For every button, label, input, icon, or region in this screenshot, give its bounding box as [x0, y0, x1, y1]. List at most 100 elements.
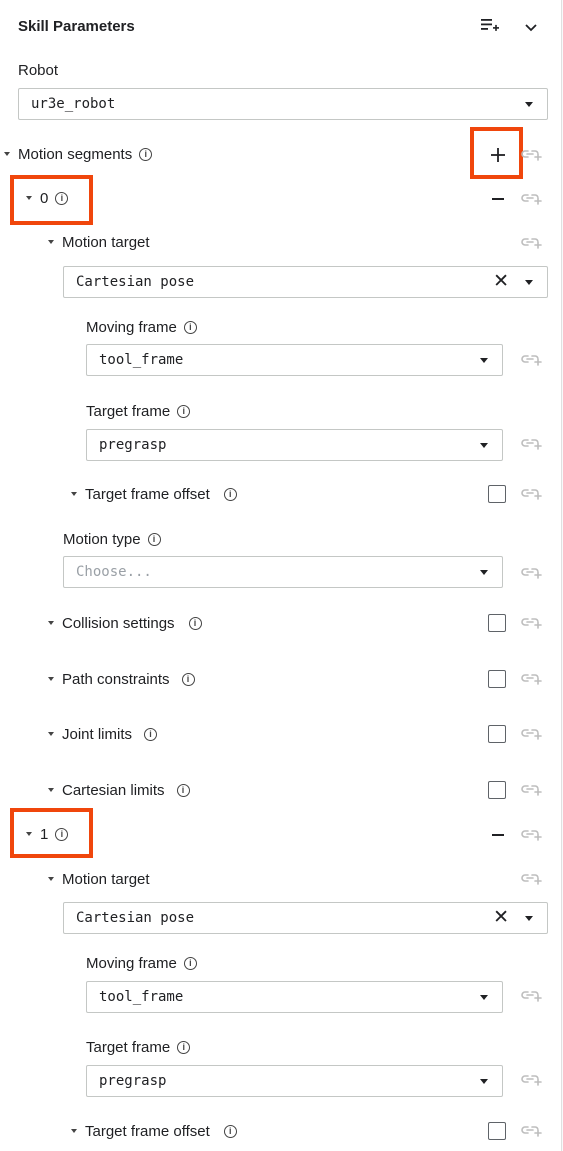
motion-target-value: Cartesian pose: [76, 910, 195, 926]
motion-target-value: Cartesian pose: [76, 274, 195, 290]
expand-arrow-icon[interactable]: [48, 677, 54, 682]
robot-value: ur3e_robot: [31, 96, 116, 112]
target-frame-offset-checkbox[interactable]: [488, 485, 506, 503]
link-add-icon[interactable]: [520, 672, 542, 686]
motion-target-label: Motion target: [62, 234, 150, 251]
link-add-icon[interactable]: [520, 192, 542, 206]
collision-settings-label: Collision settings: [62, 615, 175, 632]
info-icon[interactable]: i: [223, 1124, 237, 1138]
cartesian-limits-checkbox[interactable]: [488, 781, 506, 799]
expand-arrow-icon[interactable]: [48, 877, 54, 882]
moving-frame-select[interactable]: tool_frame: [86, 344, 503, 376]
target-frame-value: pregrasp: [99, 437, 167, 453]
path-constraints-checkbox[interactable]: [488, 670, 506, 688]
motion-type-select[interactable]: Choose...: [63, 556, 503, 588]
dropdown-arrow-icon[interactable]: [480, 358, 488, 363]
collision-settings-checkbox[interactable]: [488, 614, 506, 632]
info-icon[interactable]: i: [139, 147, 153, 161]
info-icon[interactable]: i: [144, 727, 158, 741]
motion-target-select[interactable]: Cartesian pose ✕: [63, 266, 548, 298]
cartesian-limits-label: Cartesian limits: [62, 782, 165, 799]
motion-type-label: Motion type i: [63, 531, 161, 548]
dropdown-arrow-icon[interactable]: [525, 916, 533, 921]
joint-limits-header[interactable]: Joint limits i: [48, 726, 158, 743]
target-frame-offset-checkbox[interactable]: [488, 1122, 506, 1140]
target-frame-select[interactable]: pregrasp: [86, 1065, 503, 1097]
info-icon[interactable]: i: [147, 532, 161, 546]
collision-settings-header[interactable]: Collision settings i: [48, 615, 202, 632]
motion-segments-label: Motion segments: [18, 146, 133, 163]
link-add-icon[interactable]: [520, 828, 542, 842]
moving-frame-label: Moving frame i: [86, 955, 197, 972]
dropdown-arrow-icon[interactable]: [480, 995, 488, 1000]
moving-frame-value: tool_frame: [99, 352, 184, 368]
target-frame-offset-label: Target frame offset: [85, 1123, 210, 1140]
motion-target-select[interactable]: Cartesian pose ✕: [63, 902, 548, 934]
motion-target-label: Motion target: [62, 871, 150, 888]
joint-limits-checkbox[interactable]: [488, 725, 506, 743]
expand-arrow-icon[interactable]: [48, 621, 54, 626]
path-constraints-label: Path constraints: [62, 671, 170, 688]
link-add-icon[interactable]: [520, 566, 542, 580]
info-icon[interactable]: i: [183, 320, 197, 334]
remove-segment-button[interactable]: [492, 198, 504, 200]
joint-limits-label: Joint limits: [62, 726, 133, 743]
moving-frame-select[interactable]: tool_frame: [86, 981, 503, 1013]
dropdown-arrow-icon[interactable]: [480, 443, 488, 448]
highlight-box: [470, 127, 523, 179]
motion-target-header[interactable]: Motion target: [48, 871, 150, 888]
link-add-icon[interactable]: [520, 872, 542, 886]
info-icon[interactable]: i: [177, 404, 191, 418]
expand-arrow-icon[interactable]: [71, 1129, 77, 1134]
link-add-icon[interactable]: [520, 487, 542, 501]
motion-type-label-text: Motion type: [63, 531, 141, 548]
dropdown-arrow-icon[interactable]: [480, 570, 488, 575]
dropdown-arrow-icon[interactable]: [480, 1079, 488, 1084]
link-add-icon[interactable]: [520, 783, 542, 797]
chevron-down-icon[interactable]: [524, 20, 538, 32]
link-add-icon[interactable]: [520, 727, 542, 741]
expand-arrow-icon[interactable]: [71, 492, 77, 497]
info-icon[interactable]: i: [188, 616, 202, 630]
moving-frame-label-text: Moving frame: [86, 319, 177, 336]
info-icon[interactable]: i: [181, 672, 195, 686]
highlight-box: [10, 808, 93, 858]
link-add-icon[interactable]: [520, 1124, 542, 1138]
info-icon[interactable]: i: [177, 1040, 191, 1054]
link-add-icon[interactable]: [520, 1073, 542, 1087]
target-frame-offset-header[interactable]: Target frame offset i: [71, 1123, 237, 1140]
close-icon[interactable]: ✕: [493, 908, 509, 928]
cartesian-limits-header[interactable]: Cartesian limits i: [48, 782, 190, 799]
info-icon[interactable]: i: [223, 487, 237, 501]
target-frame-label: Target frame i: [86, 1039, 191, 1056]
motion-target-header[interactable]: Motion target: [48, 234, 150, 251]
link-add-icon[interactable]: [520, 616, 542, 630]
robot-select[interactable]: ur3e_robot: [18, 88, 548, 120]
dropdown-arrow-icon[interactable]: [525, 280, 533, 285]
close-icon[interactable]: ✕: [493, 272, 509, 292]
skill-parameters-panel: Skill Parameters Robot ur3e_robot Motion…: [0, 0, 562, 1151]
link-add-icon[interactable]: [520, 236, 542, 250]
playlist-add-icon[interactable]: [480, 17, 500, 33]
expand-arrow-icon[interactable]: [48, 788, 54, 793]
motion-segments-header[interactable]: Motion segments i: [4, 146, 153, 163]
info-icon[interactable]: i: [176, 783, 190, 797]
target-frame-offset-header[interactable]: Target frame offset i: [71, 486, 237, 503]
robot-label: Robot: [18, 62, 59, 79]
link-add-icon[interactable]: [520, 437, 542, 451]
dropdown-arrow-icon[interactable]: [525, 102, 533, 107]
path-constraints-header[interactable]: Path constraints i: [48, 671, 195, 688]
link-add-icon[interactable]: [520, 353, 542, 367]
expand-arrow-icon[interactable]: [48, 732, 54, 737]
link-add-icon[interactable]: [520, 148, 542, 162]
target-frame-value: pregrasp: [99, 1073, 167, 1089]
expand-arrow-icon[interactable]: [4, 152, 10, 157]
link-add-icon[interactable]: [520, 989, 542, 1003]
highlight-box: [10, 175, 93, 225]
moving-frame-label: Moving frame i: [86, 319, 197, 336]
target-frame-select[interactable]: pregrasp: [86, 429, 503, 461]
expand-arrow-icon[interactable]: [48, 240, 54, 245]
target-frame-offset-label: Target frame offset: [85, 486, 210, 503]
remove-segment-button[interactable]: [492, 834, 504, 836]
info-icon[interactable]: i: [183, 956, 197, 970]
